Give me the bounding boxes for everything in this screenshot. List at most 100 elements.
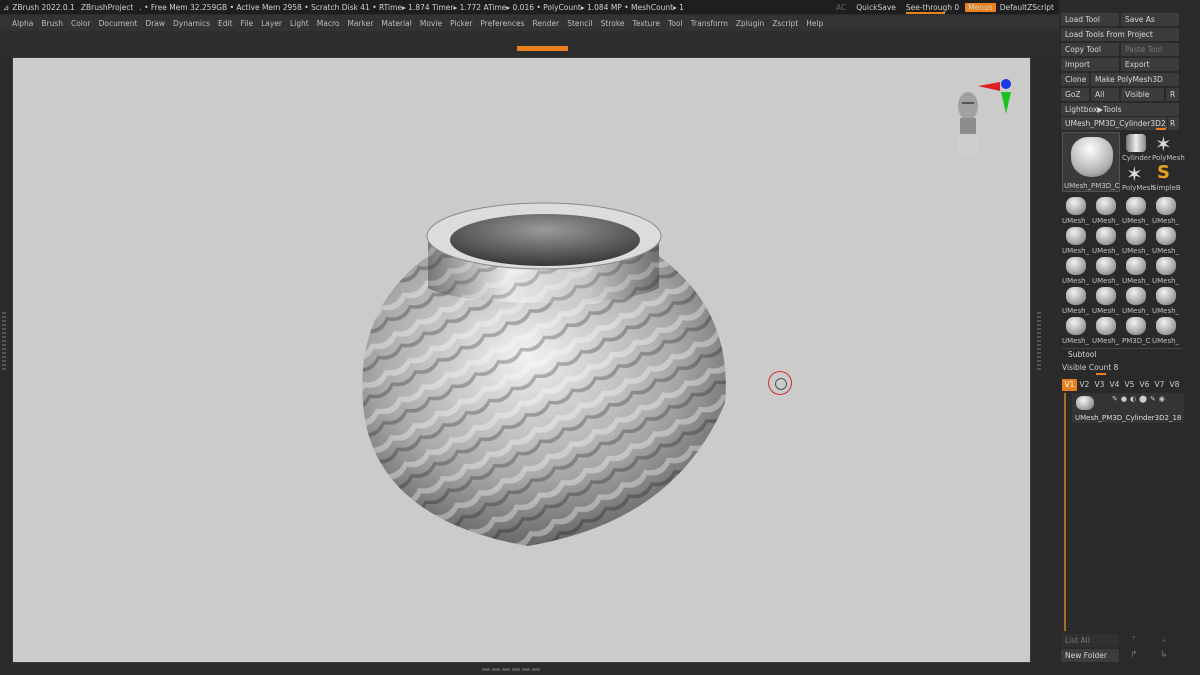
goz-visible-button[interactable]: Visible xyxy=(1121,88,1164,101)
menu-document[interactable]: Document xyxy=(99,19,138,28)
subtool-header[interactable]: Subtool xyxy=(1062,348,1183,360)
menu-material[interactable]: Material xyxy=(381,19,411,28)
move-down-icon[interactable]: ↳ xyxy=(1160,650,1168,660)
load-tools-from-project-button[interactable]: Load Tools From Project xyxy=(1061,28,1179,41)
menu-alpha[interactable]: Alpha xyxy=(12,19,33,28)
bottom-tray-grip[interactable] xyxy=(482,668,542,671)
tool-thumb[interactable]: UMesh_ xyxy=(1061,255,1091,285)
tool-thumb[interactable]: UMesh_ xyxy=(1091,255,1121,285)
current-tool-thumbnail[interactable]: UMesh_PM3D_C xyxy=(1062,132,1120,192)
goz-all-button[interactable]: All xyxy=(1091,88,1119,101)
make-polymesh3d-button[interactable]: Make PolyMesh3D xyxy=(1091,73,1179,86)
tool-thumb[interactable]: UMesh_ xyxy=(1121,285,1151,315)
tool-thumb-label: UMesh_ xyxy=(1152,217,1180,225)
goz-r-button[interactable]: R xyxy=(1166,88,1179,101)
ac-button[interactable]: AC xyxy=(836,3,846,12)
tool-thumb[interactable]: UMesh_ xyxy=(1061,315,1091,345)
menu-brush[interactable]: Brush xyxy=(41,19,63,28)
tool-thumb[interactable]: UMesh_ xyxy=(1151,315,1181,345)
arrow-up-icon[interactable]: ⇡ xyxy=(1130,635,1138,645)
tool-thumb[interactable]: PM3D_C xyxy=(1121,315,1151,345)
tool-thumb[interactable]: UMesh_ xyxy=(1091,195,1121,225)
right-tray-handle[interactable] xyxy=(1037,310,1041,370)
paste-tool-button[interactable]: Paste Tool xyxy=(1121,43,1179,56)
mesh-thumbnail-icon xyxy=(1066,197,1086,215)
menu-file[interactable]: File xyxy=(241,19,254,28)
tool-thumb-label: UMesh_ xyxy=(1062,337,1090,345)
menu-zplugin[interactable]: Zplugin xyxy=(736,19,764,28)
menu-help[interactable]: Help xyxy=(806,19,823,28)
menu-marker[interactable]: Marker xyxy=(347,19,373,28)
tool-thumb-polymesh-1[interactable]: ✶ PolyMesh xyxy=(1151,132,1185,162)
menu-texture[interactable]: Texture xyxy=(633,19,660,28)
menu-stroke[interactable]: Stroke xyxy=(601,19,625,28)
version-tab-v3[interactable]: V3 xyxy=(1092,379,1107,391)
mesh-thumbnail-icon xyxy=(1156,257,1176,275)
tool-thumb[interactable]: UMesh_ xyxy=(1061,285,1091,315)
subtool-item[interactable]: ✎●◐⬤✎◉ UMesh_PM3D_Cylinder3D2_18 xyxy=(1072,393,1184,423)
menu-edit[interactable]: Edit xyxy=(218,19,233,28)
list-all-button[interactable]: List All xyxy=(1061,634,1119,647)
tool-thumb-simplebrush[interactable]: S SimpleB xyxy=(1151,162,1181,192)
current-tool-slider[interactable]: UMesh_PM3D_Cylinder3D2_1 xyxy=(1061,117,1167,130)
menu-draw[interactable]: Draw xyxy=(145,19,165,28)
menu-light[interactable]: Light xyxy=(290,19,309,28)
tool-thumb[interactable]: UMesh_ xyxy=(1151,195,1181,225)
tool-thumb[interactable]: UMesh_ xyxy=(1091,315,1121,345)
save-as-button[interactable]: Save As xyxy=(1121,13,1179,26)
visible-count-slider[interactable]: Visible Count 8 xyxy=(1062,363,1118,372)
tool-thumb-cylinder[interactable]: Cylinder xyxy=(1121,132,1151,162)
left-tray-handle[interactable] xyxy=(2,310,6,370)
quicksave-button[interactable]: QuickSave xyxy=(856,3,896,12)
menu-preferences[interactable]: Preferences xyxy=(480,19,524,28)
export-button[interactable]: Export xyxy=(1121,58,1179,71)
menu-zscript[interactable]: Zscript xyxy=(772,19,798,28)
menu-transform[interactable]: Transform xyxy=(691,19,728,28)
menu-picker[interactable]: Picker xyxy=(450,19,472,28)
tool-thumb[interactable]: UMesh_ xyxy=(1121,225,1151,255)
menu-tool[interactable]: Tool xyxy=(668,19,683,28)
clone-button[interactable]: Clone xyxy=(1061,73,1089,86)
tool-thumb[interactable]: UMesh_ xyxy=(1091,285,1121,315)
menu-layer[interactable]: Layer xyxy=(261,19,282,28)
tool-thumb-label: UMesh_ xyxy=(1092,337,1120,345)
tool-thumb[interactable]: UMesh_ xyxy=(1061,225,1091,255)
tool-thumb[interactable]: UMesh_ xyxy=(1091,225,1121,255)
shelf-collapse-handle[interactable] xyxy=(517,46,568,51)
new-folder-button[interactable]: New Folder xyxy=(1061,649,1119,662)
tool-thumb[interactable]: UMesh_ xyxy=(1061,195,1091,225)
tool-thumb[interactable]: UMesh_ xyxy=(1121,195,1151,225)
menu-dynamics[interactable]: Dynamics xyxy=(173,19,210,28)
navigation-head-gizmo[interactable] xyxy=(948,76,1018,156)
canvas-viewport[interactable] xyxy=(12,57,1031,663)
tool-thumb[interactable]: UMesh_ xyxy=(1151,225,1181,255)
version-tab-v8[interactable]: V8 xyxy=(1167,379,1182,391)
version-tab-v2[interactable]: V2 xyxy=(1077,379,1092,391)
menu-color[interactable]: Color xyxy=(71,19,91,28)
import-button[interactable]: Import xyxy=(1061,58,1119,71)
version-tab-v6[interactable]: V6 xyxy=(1137,379,1152,391)
arrow-down-icon[interactable]: ⇣ xyxy=(1160,635,1168,645)
copy-tool-button[interactable]: Copy Tool xyxy=(1061,43,1119,56)
tool-thumb[interactable]: UMesh_ xyxy=(1151,255,1181,285)
menu-render[interactable]: Render xyxy=(533,19,560,28)
menu-movie[interactable]: Movie xyxy=(420,19,442,28)
tool-thumb[interactable]: UMesh_ xyxy=(1151,285,1181,315)
version-tab-v1[interactable]: V1 xyxy=(1062,379,1077,391)
menu-stencil[interactable]: Stencil xyxy=(567,19,592,28)
menus-toggle[interactable]: Menus xyxy=(965,2,996,12)
default-zscript-button[interactable]: DefaultZScript xyxy=(1000,3,1054,12)
move-up-icon[interactable]: ↱ xyxy=(1130,650,1138,660)
goz-button[interactable]: GoZ xyxy=(1061,88,1089,101)
menu-macro[interactable]: Macro xyxy=(317,19,340,28)
see-through-slider[interactable]: See-through 0 xyxy=(905,3,959,14)
tool-thumb-polymesh-2[interactable]: ✶ PolyMesh xyxy=(1121,162,1155,192)
load-tool-button[interactable]: Load Tool xyxy=(1061,13,1119,26)
current-tool-r-button[interactable]: R xyxy=(1168,117,1179,130)
subtool-toggle-icons[interactable]: ✎●◐⬤✎◉ xyxy=(1112,395,1168,403)
lightbox-tools-button[interactable]: Lightbox▶Tools xyxy=(1061,103,1179,116)
version-tab-v4[interactable]: V4 xyxy=(1107,379,1122,391)
tool-thumb[interactable]: UMesh_ xyxy=(1121,255,1151,285)
version-tab-v5[interactable]: V5 xyxy=(1122,379,1137,391)
version-tab-v7[interactable]: V7 xyxy=(1152,379,1167,391)
